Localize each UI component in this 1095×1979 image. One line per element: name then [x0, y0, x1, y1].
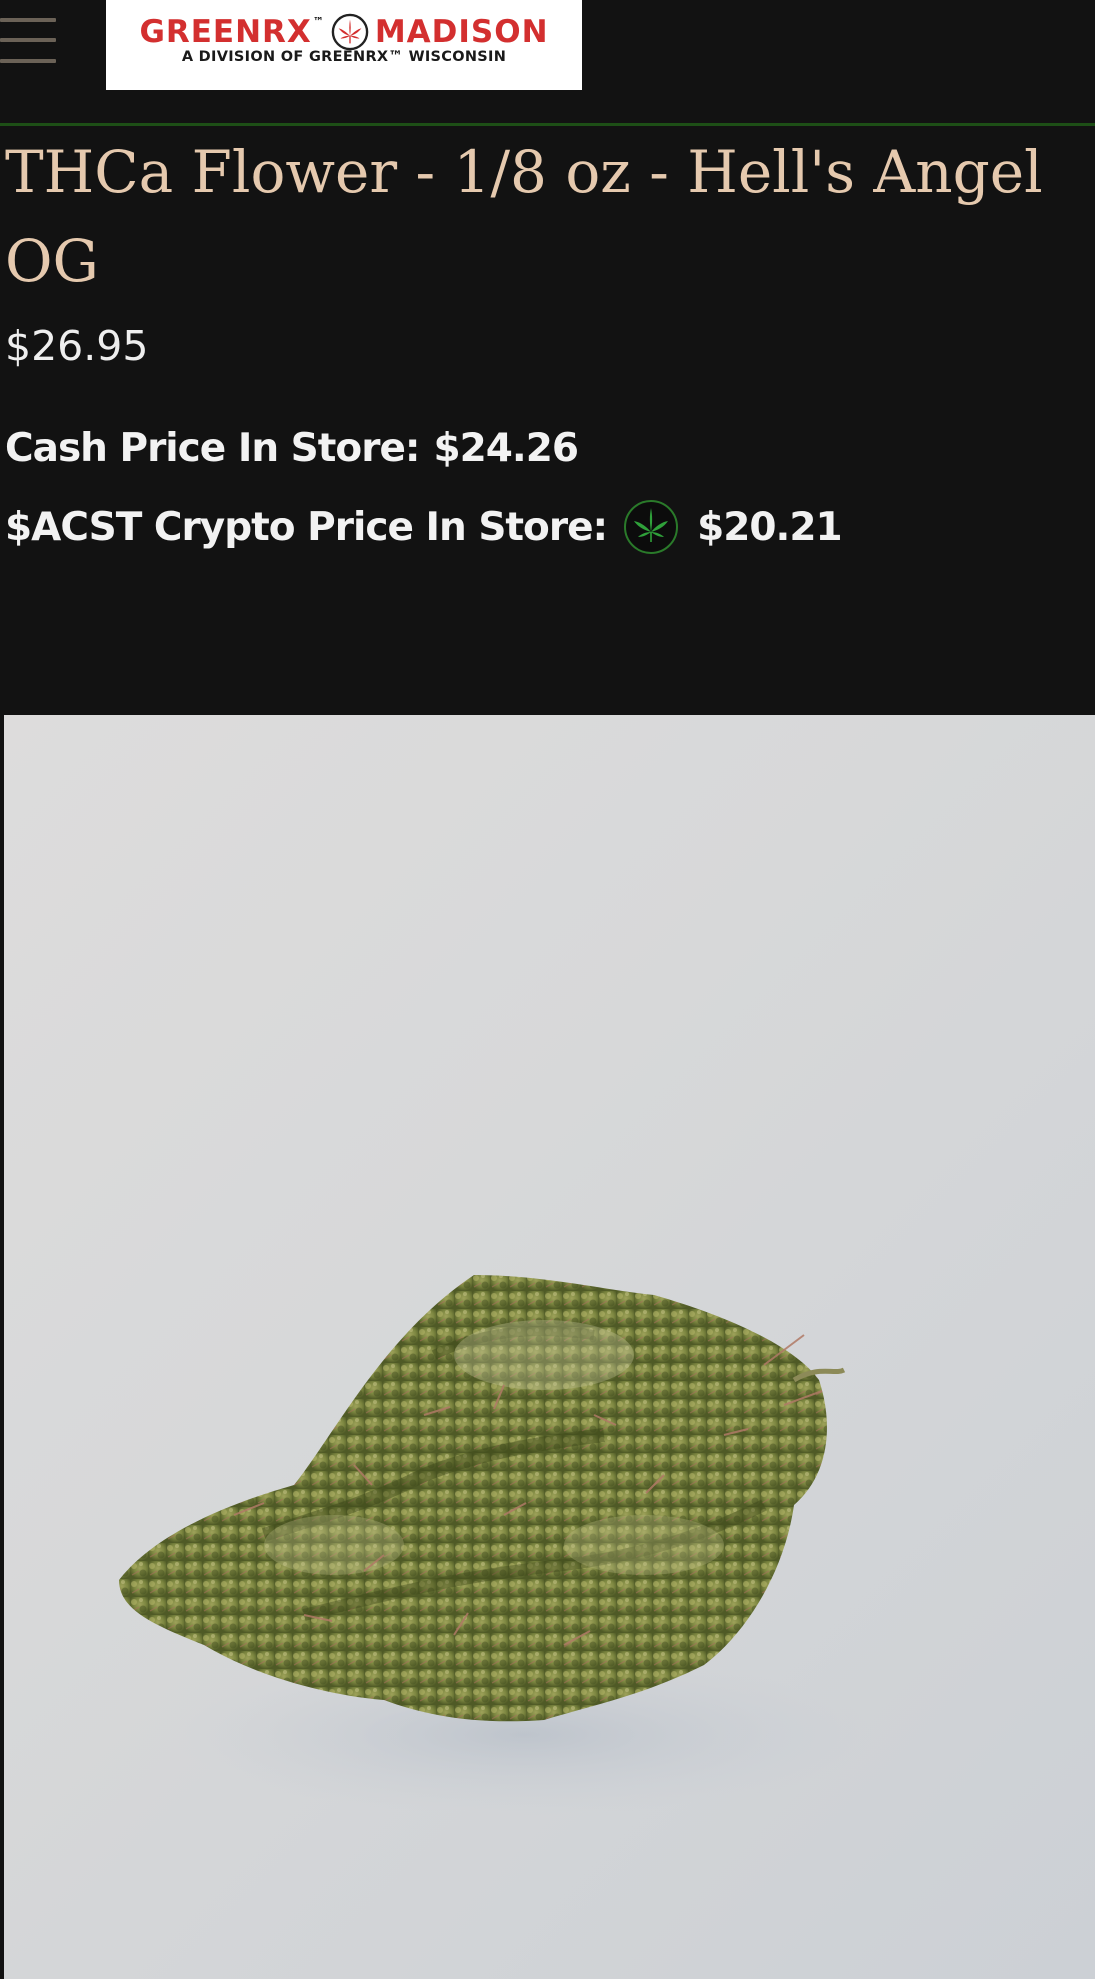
logo-wordmark: GREENRX ™ MADISON [116, 12, 572, 52]
cannabis-leaf-icon [331, 13, 369, 51]
cash-price-label: Cash Price In Store: [5, 425, 420, 471]
product-photo[interactable] [4, 715, 1095, 1979]
cash-price-value: $24.26 [433, 425, 578, 471]
logo-brand-left: GREENRX [139, 14, 312, 50]
crypto-price-row: $ACST Crypto Price In Store: $20.21 [5, 497, 843, 557]
flower-bud-image [119, 1275, 874, 1815]
hamburger-menu-icon[interactable] [0, 16, 56, 68]
logo-brand-right: MADISON [374, 14, 549, 50]
crypto-price-label: $ACST Crypto Price In Store: [5, 504, 608, 550]
cash-price-row: Cash Price In Store: $24.26 [5, 418, 579, 478]
product-price: $26.95 [5, 322, 149, 370]
acst-token-icon [624, 500, 679, 554]
crypto-price-value: $20.21 [697, 504, 842, 550]
site-header: GREENRX ™ MADISON A DIVISION OF GREENRX™… [0, 0, 1095, 126]
logo-tagline: A DIVISION OF GREENRX™ WISCONSIN [181, 49, 507, 65]
product-title: THCa Flower - 1/8 oz - Hell's Angel OG [5, 138, 1043, 295]
site-logo[interactable]: GREENRX ™ MADISON A DIVISION OF GREENRX™… [106, 0, 582, 90]
logo-trademark: ™ [312, 15, 325, 28]
